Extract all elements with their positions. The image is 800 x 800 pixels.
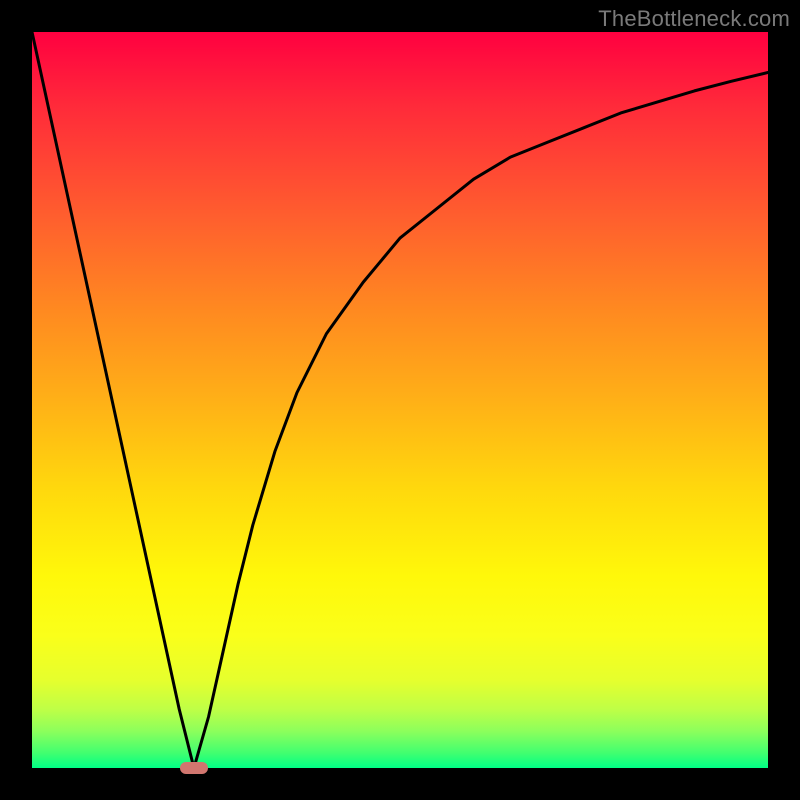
plot-area — [32, 32, 768, 768]
chart-frame: TheBottleneck.com — [0, 0, 800, 800]
bottleneck-curve — [32, 32, 768, 768]
optimal-marker — [180, 762, 208, 774]
watermark-label: TheBottleneck.com — [598, 6, 790, 32]
